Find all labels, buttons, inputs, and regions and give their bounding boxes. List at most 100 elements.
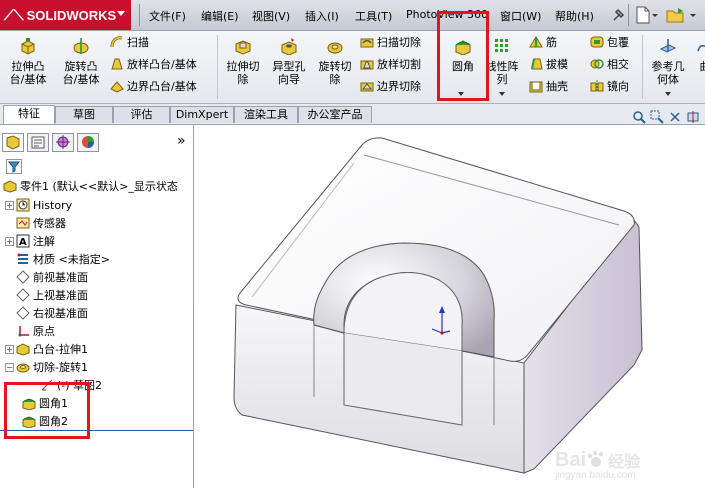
feature-manager-tab[interactable] — [2, 133, 24, 152]
boss-extrude-label: 凸台-拉伸1 — [33, 343, 88, 356]
menu-edit[interactable]: 编辑(E) — [201, 8, 239, 24]
tree-item-sensors[interactable]: 传感器 — [16, 214, 66, 232]
sweep-cut-label: 扫描切除 — [377, 36, 421, 49]
display-manager-tab[interactable] — [77, 133, 99, 152]
tree-item-origin[interactable]: 原点 — [16, 322, 55, 340]
solidworks-logo[interactable]: ⟋⟍ SOLIDWORKS — [0, 0, 131, 30]
previous-view-icon[interactable] — [668, 110, 682, 124]
menu-tools[interactable]: 工具(T) — [355, 8, 392, 24]
pattern-dropdown-icon[interactable] — [499, 92, 505, 96]
sweep-cut-icon — [360, 38, 374, 48]
shell-label: 抽壳 — [546, 80, 568, 93]
draft-button[interactable]: 拔模 — [529, 56, 568, 72]
plane-icon — [16, 270, 30, 284]
tab-dimxpert[interactable]: DimXpert — [170, 106, 234, 123]
tree-item-right-plane[interactable]: 右视基准面 — [16, 304, 88, 322]
linear-pattern-button[interactable]: 线性阵 列 — [484, 37, 520, 99]
menu-file[interactable]: 文件(F) — [149, 8, 186, 24]
tab-render-tools[interactable]: 渲染工具 — [234, 106, 298, 123]
menu-insert[interactable]: 插入(I) — [305, 8, 339, 24]
front-plane-label: 前视基准面 — [33, 271, 88, 284]
tree-root-part[interactable]: 零件1 (默认<<默认>_显示状态 — [3, 177, 178, 195]
mirror-button[interactable]: 镜向 — [590, 78, 629, 94]
menu-help[interactable]: 帮助(H) — [555, 8, 594, 24]
loft-boss-button[interactable]: 放样凸台/基体 — [110, 56, 197, 72]
configuration-manager-tab[interactable] — [52, 133, 74, 152]
mirror-label: 镜向 — [607, 80, 629, 93]
revolve-boss-button[interactable]: 旋转凸 台/基体 — [56, 37, 106, 86]
plane-icon — [16, 288, 30, 302]
baidu-paw-icon — [587, 450, 604, 467]
tree-item-front-plane[interactable]: 前视基准面 — [16, 268, 88, 286]
command-manager: 拉伸凸 台/基体 旋转凸 台/基体 扫描 放样凸台/基体 边界凸台/基体 拉伸切… — [0, 31, 705, 104]
wrap-button[interactable]: 包覆 — [590, 34, 629, 50]
intersect-button[interactable]: 相交 — [590, 56, 629, 72]
expand-icon[interactable]: + — [5, 200, 14, 210]
curves-icon — [697, 44, 705, 52]
tree-item-annotations[interactable]: + A 注解 — [5, 232, 55, 250]
new-document-icon[interactable] — [634, 6, 658, 24]
tab-office-products[interactable]: 办公室产品 — [298, 106, 372, 123]
annotations-label: 注解 — [33, 235, 55, 248]
ref-geometry-dropdown-icon[interactable] — [665, 92, 671, 96]
zoom-area-icon[interactable] — [650, 110, 664, 124]
menu-window[interactable]: 窗口(W) — [500, 8, 541, 24]
linear-pattern-label: 线性阵 列 — [485, 60, 519, 86]
boundary-cut-button[interactable]: 边界切除 — [360, 78, 421, 94]
rib-button[interactable]: 筋 — [529, 34, 557, 50]
tab-sketch[interactable]: 草图 — [55, 106, 113, 123]
loft-boss-icon — [111, 58, 123, 70]
filter-button[interactable] — [6, 159, 22, 174]
heads-up-view-toolbar — [632, 110, 700, 124]
hole-wizard-label: 异型孔 向导 — [272, 60, 306, 86]
loft-cut-button[interactable]: 放样切割 — [360, 56, 421, 72]
tree-item-cut-revolve[interactable]: − 切除-旋转1 — [5, 358, 88, 376]
reference-geometry-button[interactable]: 参考几 何体 — [646, 37, 690, 99]
sensors-label: 传感器 — [33, 217, 66, 230]
curves-button[interactable]: 曲 — [693, 37, 705, 73]
extrude-cut-label: 拉伸切 除 — [226, 60, 260, 86]
rib-icon — [529, 36, 543, 48]
menu-separator — [628, 4, 629, 26]
material-label: 材质 <未指定> — [33, 253, 110, 266]
boundary-cut-label: 边界切除 — [377, 80, 421, 93]
tree-item-boss-extrude[interactable]: + 凸台-拉伸1 — [5, 340, 88, 358]
open-folder-icon[interactable] — [666, 6, 702, 24]
revolve-cut-button[interactable]: 旋转切 除 — [313, 37, 357, 86]
collapse-icon[interactable]: − — [5, 362, 14, 372]
shell-button[interactable]: 抽壳 — [529, 78, 568, 94]
extrude-feature-icon — [16, 343, 30, 356]
brand-name: SOLIDWORKS — [26, 7, 117, 23]
sweep-button[interactable]: 扫描 — [110, 34, 149, 50]
property-manager-icon — [31, 136, 45, 149]
section-view-icon[interactable] — [686, 110, 700, 124]
boundary-boss-button[interactable]: 边界凸台/基体 — [110, 78, 197, 94]
origin-icon — [18, 326, 29, 337]
pin-icon[interactable] — [610, 6, 626, 24]
loft-cut-icon — [360, 60, 374, 70]
extrude-cut-button[interactable]: 拉伸切 除 — [222, 37, 264, 86]
tree-item-history[interactable]: + History — [5, 196, 72, 214]
hole-wizard-button[interactable]: 异型孔 向导 — [267, 37, 311, 86]
tab-evaluate[interactable]: 评估 — [113, 106, 170, 123]
extrude-boss-button[interactable]: 拉伸凸 台/基体 — [6, 37, 50, 86]
expand-icon[interactable]: + — [5, 236, 14, 246]
panel-expand-icon[interactable]: » — [177, 133, 186, 149]
expand-icon[interactable]: + — [5, 344, 14, 354]
watermark-url: jingyan.baidu.com — [555, 470, 636, 481]
tree-item-material[interactable]: 材质 <未指定> — [16, 250, 110, 268]
zoom-fit-icon[interactable] — [632, 110, 646, 124]
tab-features[interactable]: 特征 — [3, 105, 55, 124]
tree-item-top-plane[interactable]: 上视基准面 — [16, 286, 88, 304]
graphics-area[interactable] — [194, 125, 705, 488]
property-manager-tab[interactable] — [27, 133, 49, 152]
draft-icon — [531, 58, 543, 70]
intersect-label: 相交 — [607, 58, 629, 71]
menu-view[interactable]: 视图(V) — [252, 8, 290, 24]
boundary-cut-icon — [360, 82, 374, 92]
sweep-cut-button[interactable]: 扫描切除 — [360, 34, 421, 50]
origin-label: 原点 — [33, 325, 55, 338]
part-model[interactable] — [194, 125, 705, 488]
wrap-label: 包覆 — [607, 36, 629, 49]
mirror-icon — [590, 80, 604, 92]
